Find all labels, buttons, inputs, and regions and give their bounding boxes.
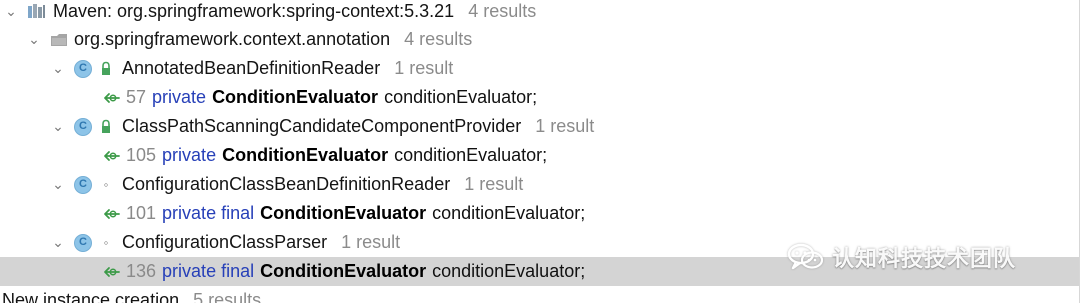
field-name: conditionEvaluator; xyxy=(432,203,586,223)
class-result-count: 1 result xyxy=(464,174,524,194)
field-name: conditionEvaluator; xyxy=(432,261,586,281)
library-icon xyxy=(27,3,47,21)
package-private-lock-icon xyxy=(99,119,113,135)
package-private-dot-icon: ◦ xyxy=(103,177,109,192)
class-result-count: 1 result xyxy=(535,116,595,136)
chevron-down-icon[interactable]: ⌄ xyxy=(5,3,17,19)
maven-library-count: 4 results xyxy=(468,1,537,21)
class-result-count: 1 result xyxy=(394,58,454,78)
chevron-down-icon[interactable]: ⌄ xyxy=(52,234,64,250)
class-name: ClassPathScanningCandidateComponentProvi… xyxy=(122,116,522,136)
class-result-count: 1 result xyxy=(341,232,401,252)
usage-row-configuration-class-bean-definition-reader[interactable]: 101 private final ConditionEvaluator con… xyxy=(0,199,1079,228)
package-private-lock-icon xyxy=(99,61,113,77)
line-number: 57 xyxy=(126,87,147,107)
class-icon: C xyxy=(74,59,92,78)
field-type: ConditionEvaluator xyxy=(222,145,389,165)
field-type: ConditionEvaluator xyxy=(212,87,379,107)
watermark-text: 认知科技技术团队 xyxy=(832,246,1017,271)
package-label: org.springframework.context.annotation xyxy=(74,29,391,49)
class-icon: C xyxy=(74,175,92,194)
chevron-down-icon[interactable]: ⌄ xyxy=(52,118,64,134)
tree-row-maven-library[interactable]: ⌄ Maven: org.springframework:spring-cont… xyxy=(0,0,1079,26)
field-usage-arrow-icon xyxy=(103,148,121,164)
class-name: AnnotatedBeanDefinitionReader xyxy=(122,58,381,78)
wechat-watermark: 认知科技技术团队 xyxy=(786,239,1016,275)
modifier-keyword: private xyxy=(152,87,207,107)
field-name: conditionEvaluator; xyxy=(384,87,538,107)
usage-row-classpath-scanning-candidate-component-provider[interactable]: 105 private ConditionEvaluator condition… xyxy=(0,141,1079,170)
wechat-icon xyxy=(786,242,824,272)
tree-row-class-configuration-class-bean-definition-reader[interactable]: ⌄ C ◦ ConfigurationClassBeanDefinitionRe… xyxy=(0,170,1079,199)
chevron-down-icon[interactable]: ⌄ xyxy=(52,176,64,192)
field-usage-arrow-icon xyxy=(103,90,121,106)
class-icon: C xyxy=(74,117,92,136)
tree-row-next-group[interactable]: New instance creation 5 results xyxy=(0,286,1079,303)
tree-row-package[interactable]: ⌄ org.springframework.context.annotation… xyxy=(0,25,1079,54)
maven-library-label: Maven: org.springframework:spring-contex… xyxy=(53,1,455,21)
modifier-keyword: private xyxy=(162,145,217,165)
chevron-down-icon[interactable]: ⌄ xyxy=(28,31,40,47)
class-name: ConfigurationClassParser xyxy=(122,232,328,252)
tree-row-class-classpath-scanning-candidate-component-provider[interactable]: ⌄ C ClassPathScanningCandidateComponentP… xyxy=(0,112,1079,141)
next-group-label: New instance creation xyxy=(2,290,180,303)
line-number: 105 xyxy=(126,145,157,165)
field-type: ConditionEvaluator xyxy=(260,261,427,281)
tree-row-class-annotated-bean-definition-reader[interactable]: ⌄ C AnnotatedBeanDefinitionReader 1 resu… xyxy=(0,54,1079,83)
class-icon: C xyxy=(74,233,92,252)
package-icon xyxy=(50,33,68,47)
line-number: 101 xyxy=(126,203,157,223)
usage-results-tree: ⌄ Maven: org.springframework:spring-cont… xyxy=(0,0,1080,303)
field-usage-arrow-icon xyxy=(103,206,121,222)
next-group-count: 5 results xyxy=(193,290,262,303)
field-name: conditionEvaluator; xyxy=(394,145,548,165)
field-usage-arrow-icon xyxy=(103,264,121,280)
package-private-dot-icon: ◦ xyxy=(103,235,109,250)
modifier-keyword: private final xyxy=(162,261,255,281)
usage-row-annotated-bean-definition-reader[interactable]: 57 private ConditionEvaluator conditionE… xyxy=(0,83,1079,112)
package-count: 4 results xyxy=(404,29,473,49)
modifier-keyword: private final xyxy=(162,203,255,223)
class-name: ConfigurationClassBeanDefinitionReader xyxy=(122,174,451,194)
chevron-down-icon[interactable]: ⌄ xyxy=(52,60,64,76)
field-type: ConditionEvaluator xyxy=(260,203,427,223)
line-number: 136 xyxy=(126,261,157,281)
